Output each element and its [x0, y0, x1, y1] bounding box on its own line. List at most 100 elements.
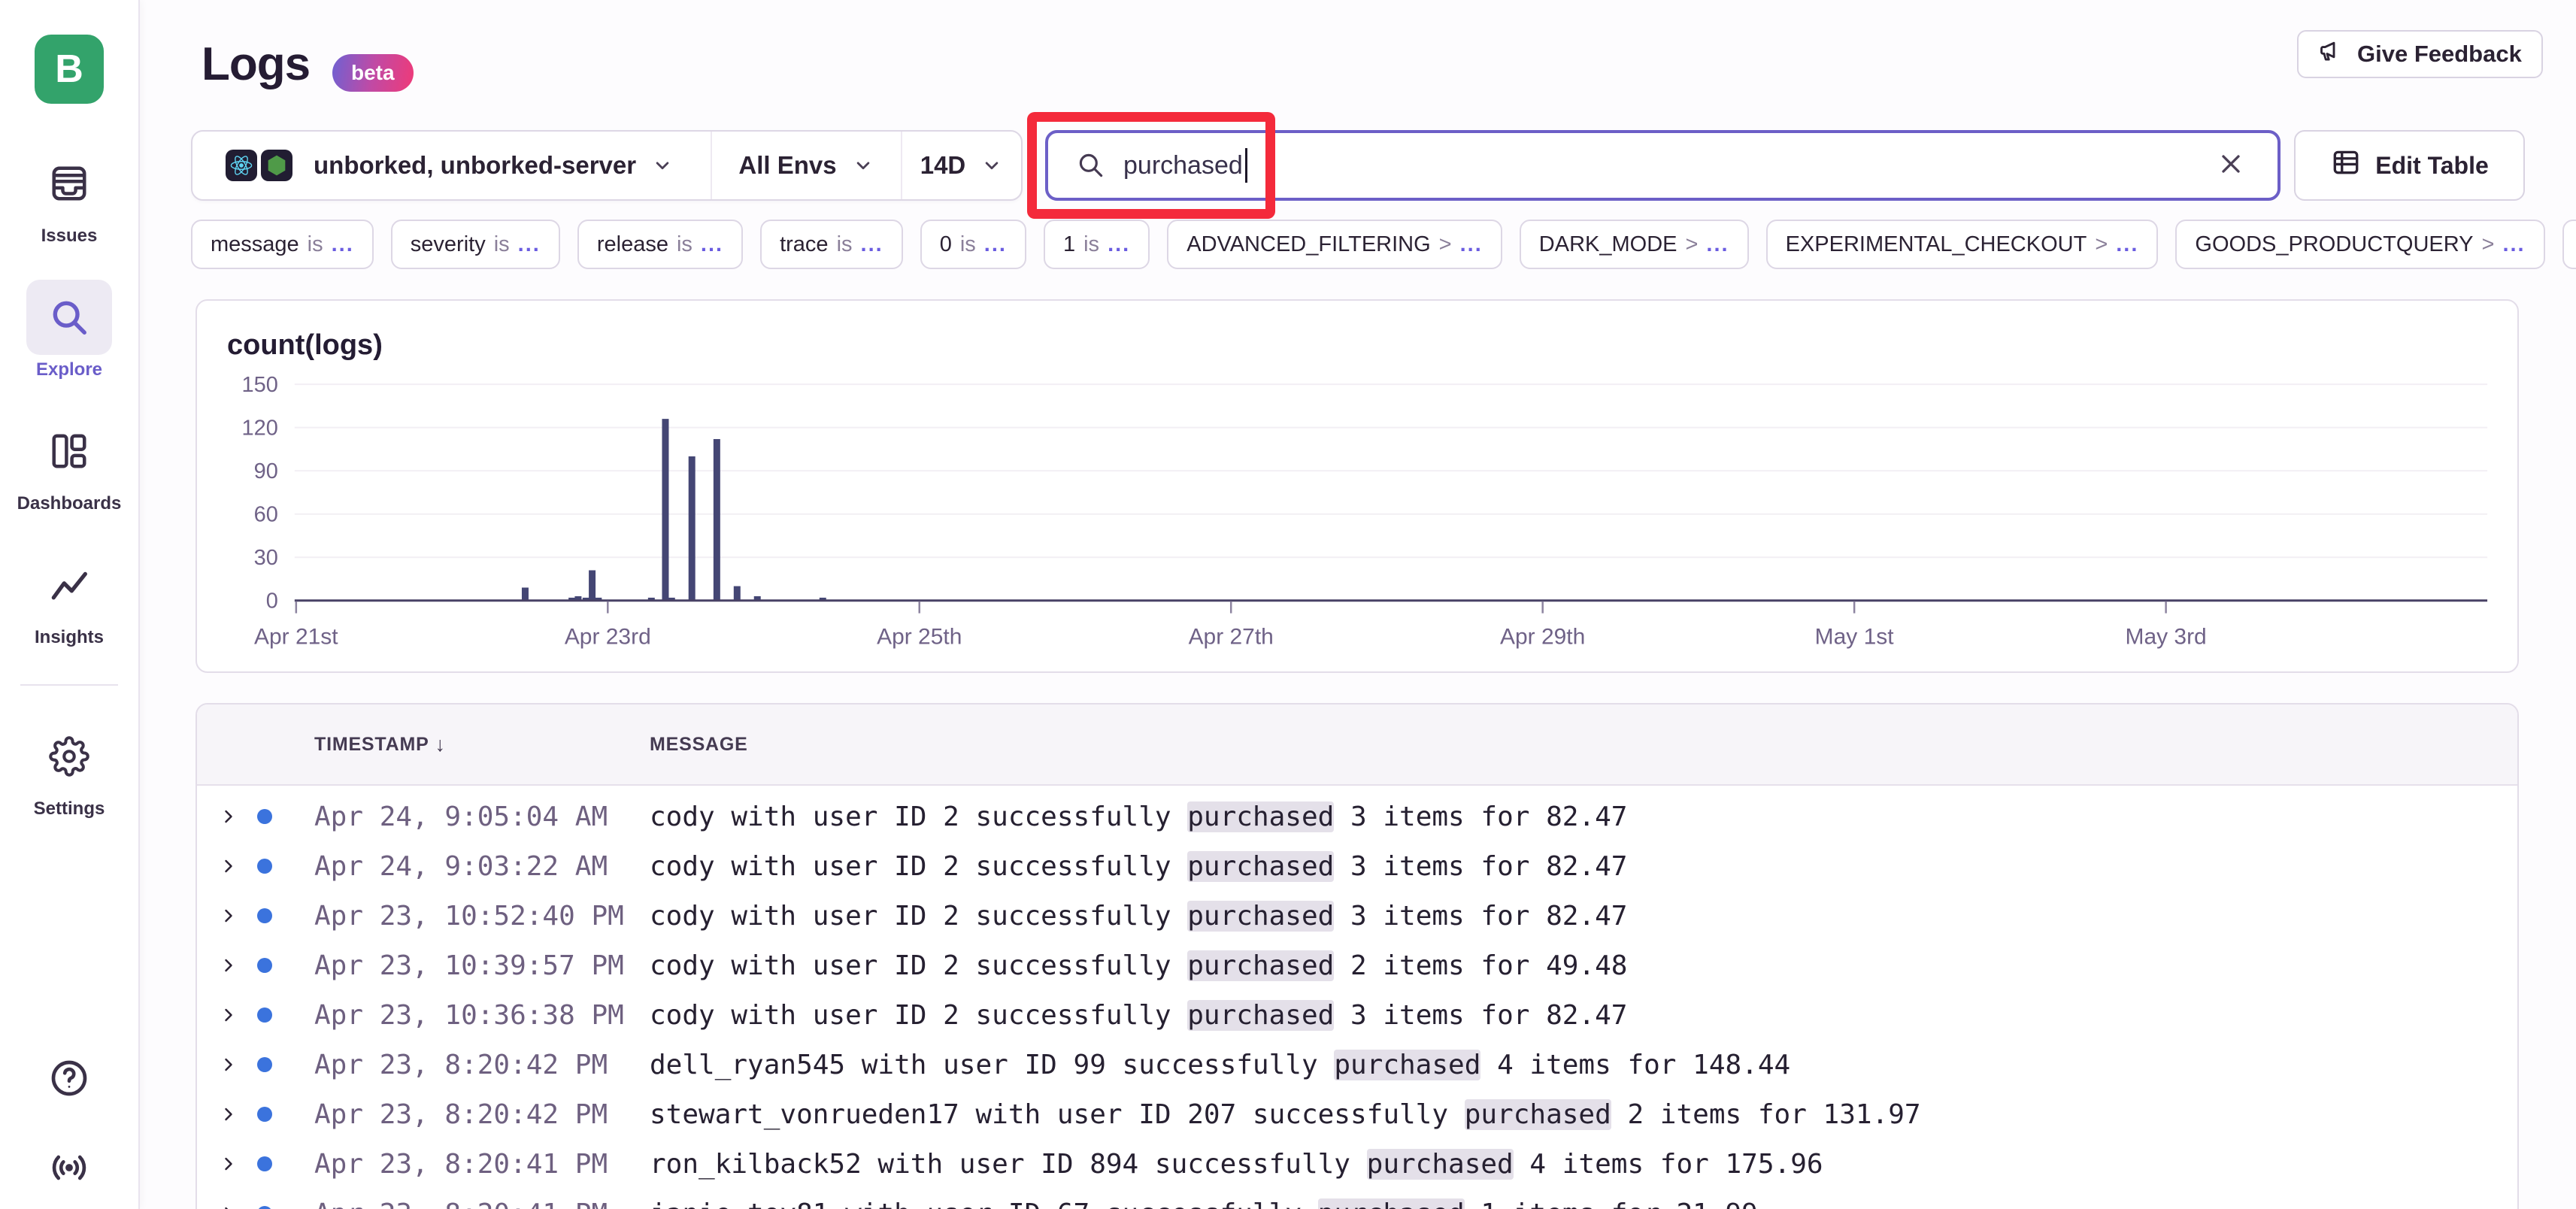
filter-chip-value: ...	[2116, 232, 2138, 257]
date-range-selector-label: 14D	[920, 151, 966, 180]
expand-row-icon[interactable]	[218, 955, 239, 976]
filter-chip[interactable]: 1 is ...	[1044, 220, 1150, 269]
filter-chip-value: ...	[518, 232, 541, 257]
log-row[interactable]: Apr 24, 9:03:22 AM cody with user ID 2 s…	[197, 841, 2517, 891]
edit-table-button[interactable]: Edit Table	[2294, 130, 2525, 201]
search-match-highlight: purchased	[1367, 1149, 1514, 1180]
log-message: cody with user ID 2 successfully purchas…	[650, 950, 1627, 981]
sidebar-item-issues[interactable]: Issues	[0, 146, 139, 247]
svg-text:150: 150	[242, 373, 278, 397]
environment-selector[interactable]: All Envs	[711, 132, 901, 199]
filter-chip-operator: is	[837, 232, 853, 257]
log-row[interactable]: Apr 23, 8:20:42 PM dell_ryan545 with use…	[197, 1040, 2517, 1089]
close-icon	[2216, 149, 2246, 183]
search-match-highlight: purchased	[1465, 1099, 1611, 1130]
table-icon	[2330, 147, 2362, 184]
project-selector[interactable]: unborked, unborked-server	[192, 132, 711, 199]
column-header-timestamp[interactable]: TIMESTAMP ↓	[314, 733, 650, 756]
filter-chip[interactable]: trace is ...	[760, 220, 903, 269]
filter-chip-name: GOODS_PRODUCTQUERY	[2195, 232, 2473, 257]
see-full-list-button[interactable]: See full list	[2562, 220, 2576, 269]
log-row[interactable]: Apr 23, 8:20:42 PM stewart_vonrueden17 w…	[197, 1089, 2517, 1139]
help-icon	[48, 1057, 90, 1103]
sidebar-item-settings[interactable]: Settings	[0, 719, 139, 820]
expand-row-icon[interactable]	[218, 806, 239, 827]
sidebar-nav-secondary: Settings	[0, 719, 139, 853]
filter-chip[interactable]: GOODS_PRODUCTQUERY > ...	[2175, 220, 2544, 269]
severity-dot	[257, 1008, 272, 1023]
expand-row-icon[interactable]	[218, 1153, 239, 1174]
filter-chip-value: ...	[1460, 232, 1483, 257]
search-match-highlight: purchased	[1334, 1050, 1480, 1080]
log-row[interactable]: Apr 23, 8:20:41 PM janie_toy81 with user…	[197, 1189, 2517, 1209]
log-timestamp: Apr 23, 10:36:38 PM	[314, 1000, 650, 1031]
project-platform-icons	[226, 150, 292, 181]
svg-text:May 1st: May 1st	[1815, 624, 1895, 649]
filter-chip-name: trace	[780, 232, 828, 257]
severity-dot	[257, 809, 272, 824]
filter-chip-name: EXPERIMENTAL_CHECKOUT	[1786, 232, 2087, 257]
sidebar-item-dashboards[interactable]: Dashboards	[0, 414, 139, 514]
expand-row-icon[interactable]	[218, 1054, 239, 1075]
search-icon	[1077, 151, 1105, 180]
filter-chip[interactable]: message is ...	[191, 220, 374, 269]
sidebar-item-explore[interactable]: Explore	[0, 280, 139, 380]
clear-search-button[interactable]	[2210, 143, 2252, 189]
svg-text:Apr 29th: Apr 29th	[1500, 624, 1585, 649]
filter-chip-operator: >	[1685, 232, 1698, 257]
filter-chip-value: ...	[332, 232, 354, 257]
expand-row-icon[interactable]	[218, 905, 239, 926]
date-range-selector[interactable]: 14D	[901, 132, 1021, 199]
filter-chip-name: 0	[940, 232, 952, 257]
severity-dot	[257, 958, 272, 973]
broadcast-button[interactable]	[48, 1147, 90, 1192]
expand-row-icon[interactable]	[218, 1104, 239, 1125]
explore-icon	[49, 297, 89, 338]
search-input[interactable]: purchased	[1045, 130, 2281, 201]
filter-chip[interactable]: severity is ...	[391, 220, 560, 269]
log-row[interactable]: Apr 23, 10:39:57 PM cody with user ID 2 …	[197, 941, 2517, 990]
filter-chip-name: release	[597, 232, 668, 257]
expand-row-icon[interactable]	[218, 1203, 239, 1209]
search-match-highlight: purchased	[1187, 950, 1334, 981]
svg-text:Apr 21st: Apr 21st	[254, 624, 338, 649]
sidebar-item-insights[interactable]: Insights	[0, 547, 139, 648]
log-row[interactable]: Apr 24, 9:05:04 AM cody with user ID 2 s…	[197, 792, 2517, 841]
log-row[interactable]: Apr 23, 8:20:41 PM ron_kilback52 with us…	[197, 1139, 2517, 1189]
filter-chip-name: 1	[1063, 232, 1075, 257]
node-platform-icon	[261, 150, 292, 181]
filter-chip[interactable]: release is ...	[577, 220, 743, 269]
log-message: dell_ryan545 with user ID 99 successfull…	[650, 1050, 1790, 1080]
issues-icon	[49, 163, 89, 204]
filter-chip[interactable]: ADVANCED_FILTERING > ...	[1167, 220, 1502, 269]
severity-dot	[257, 859, 272, 874]
chevron-down-icon	[651, 154, 674, 177]
logs-chart-panel: count(logs) 0306090120150Apr 21stApr 23r…	[195, 299, 2519, 673]
log-row[interactable]: Apr 23, 10:52:40 PM cody with user ID 2 …	[197, 891, 2517, 941]
broadcast-icon	[48, 1147, 90, 1192]
severity-dot	[257, 1206, 272, 1209]
org-avatar[interactable]: B	[35, 35, 104, 104]
search-match-highlight: purchased	[1187, 901, 1334, 932]
log-message: ron_kilback52 with user ID 894 successfu…	[650, 1149, 1823, 1180]
logs-table: TIMESTAMP ↓ MESSAGE Apr 24, 9:05:04 AM c…	[195, 703, 2519, 1209]
filter-chip-operator: >	[1439, 232, 1452, 257]
page-title: Logs	[202, 38, 310, 91]
log-message: cody with user ID 2 successfully purchas…	[650, 901, 1627, 932]
log-row[interactable]: Apr 23, 10:36:38 PM cody with user ID 2 …	[197, 990, 2517, 1040]
filter-chip-name: severity	[411, 232, 486, 257]
help-button[interactable]	[48, 1057, 90, 1103]
log-timestamp: Apr 23, 10:39:57 PM	[314, 950, 650, 981]
severity-dot	[257, 1156, 272, 1171]
expand-row-icon[interactable]	[218, 1004, 239, 1026]
filter-chip[interactable]: 0 is ...	[920, 220, 1026, 269]
svg-text:60: 60	[254, 503, 278, 527]
expand-row-icon[interactable]	[218, 856, 239, 877]
insights-icon	[49, 565, 89, 605]
log-message: cody with user ID 2 successfully purchas…	[650, 851, 1627, 882]
search-match-highlight: purchased	[1187, 801, 1334, 832]
give-feedback-button[interactable]: Give Feedback	[2297, 30, 2543, 78]
filter-chip[interactable]: DARK_MODE > ...	[1520, 220, 1749, 269]
svg-text:Apr 25th: Apr 25th	[877, 624, 962, 649]
filter-chip[interactable]: EXPERIMENTAL_CHECKOUT > ...	[1766, 220, 2159, 269]
